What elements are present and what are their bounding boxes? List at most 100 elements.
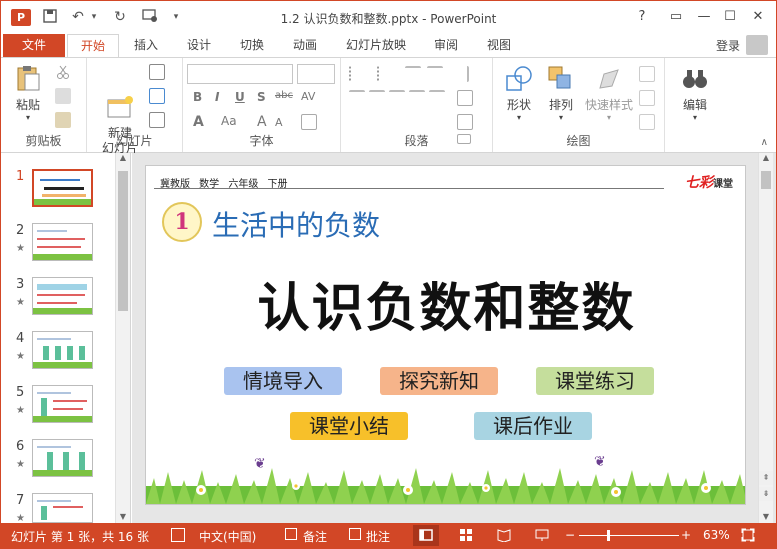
thumbnail-slide-1[interactable] — [32, 169, 93, 207]
thumbnail-row-2[interactable]: 2 ★ — [1, 223, 116, 275]
slide-sorter-view-icon[interactable] — [459, 528, 473, 542]
decrease-indent-icon[interactable] — [405, 66, 421, 82]
maximize-button[interactable]: ☐ — [719, 7, 741, 27]
current-slide[interactable]: 冀教版 数学 六年级 下册 七彩课堂 1 生活中的负数 认识负数和整数 情境导入… — [145, 165, 746, 505]
tab-insert[interactable]: 插入 — [123, 34, 169, 57]
underline-icon[interactable]: U — [235, 90, 245, 104]
thumbnail-scroll-thumb[interactable] — [118, 171, 128, 311]
previous-slide-icon[interactable]: ⇞ — [759, 471, 773, 485]
text-shadow-icon[interactable]: S — [257, 90, 266, 104]
shapes-button[interactable]: 形状 ▾ — [499, 64, 539, 122]
collapse-ribbon-icon[interactable]: ∧ — [761, 137, 768, 148]
scroll-up-icon[interactable]: ▲ — [116, 153, 130, 162]
copy-icon[interactable] — [55, 88, 71, 104]
slide-show-icon[interactable] — [535, 528, 549, 542]
thumbnail-slide-4[interactable] — [32, 331, 93, 369]
shape-effects-icon[interactable] — [639, 114, 655, 130]
notes-button[interactable]: 备注 — [303, 528, 327, 545]
align-left-icon[interactable] — [349, 90, 365, 106]
thumbnail-slide-3[interactable] — [32, 277, 93, 315]
next-slide-icon[interactable]: ⇟ — [759, 487, 773, 501]
layout-icon[interactable] — [149, 64, 165, 80]
paragraph-group-label: 段落 — [404, 134, 429, 148]
align-center-icon[interactable] — [369, 90, 385, 106]
zoom-level[interactable]: 63% — [703, 528, 730, 542]
tab-animations[interactable]: 动画 — [282, 34, 328, 57]
slide-scrollbar[interactable]: ▲ ⇞ ⇟ ▼ — [758, 153, 773, 523]
sign-in-link[interactable]: 登录 — [716, 37, 740, 54]
tab-home[interactable]: 开始 — [67, 34, 119, 57]
tab-view[interactable]: 视图 — [476, 34, 522, 57]
editing-button[interactable]: 编辑 ▾ — [677, 64, 713, 122]
zoom-out-button[interactable]: − — [565, 528, 575, 542]
cut-icon[interactable] — [55, 64, 71, 80]
paste-button[interactable]: 粘贴 ▾ — [11, 64, 45, 122]
thumbnail-row-6[interactable]: 6 ★ — [1, 439, 116, 491]
section-icon[interactable] — [149, 112, 165, 128]
tab-transitions[interactable]: 切换 — [229, 34, 275, 57]
spell-check-icon[interactable] — [171, 528, 185, 542]
slide-scroll-thumb[interactable] — [761, 171, 771, 189]
columns-icon[interactable] — [429, 90, 445, 106]
zoom-slider-thumb[interactable] — [607, 530, 610, 541]
pill-explore[interactable]: 探究新知 — [380, 367, 498, 395]
slide-scroll-up-icon[interactable]: ▲ — [759, 153, 773, 162]
thumbnail-slide-2[interactable] — [32, 223, 93, 261]
thumbnail-row-5[interactable]: 5 ★ — [1, 385, 116, 437]
pill-practice[interactable]: 课堂练习 — [536, 367, 654, 395]
pill-intro[interactable]: 情境导入 — [224, 367, 342, 395]
quick-styles-button[interactable]: 快速样式 ▾ — [583, 64, 635, 122]
line-spacing-icon[interactable] — [453, 66, 469, 82]
shape-outline-icon[interactable] — [639, 90, 655, 106]
text-direction-icon[interactable] — [457, 90, 473, 106]
minimize-button[interactable]: — — [693, 7, 715, 27]
change-case-icon[interactable]: Aa — [221, 114, 237, 128]
arrange-button[interactable]: 排列 ▾ — [541, 64, 581, 122]
fit-to-window-icon[interactable] — [741, 528, 755, 542]
increase-indent-icon[interactable] — [427, 66, 443, 82]
increase-font-size-icon[interactable]: A — [257, 114, 267, 130]
tab-review[interactable]: 审阅 — [423, 34, 469, 57]
tab-design[interactable]: 设计 — [176, 34, 222, 57]
comments-button[interactable]: 批注 — [366, 528, 390, 545]
thumbnail-slide-5[interactable] — [32, 385, 93, 423]
zoom-in-button[interactable]: + — [681, 528, 691, 542]
zoom-slider[interactable] — [579, 530, 679, 541]
decrease-font-size-icon[interactable]: A — [275, 116, 283, 129]
tab-slideshow[interactable]: 幻灯片放映 — [337, 34, 415, 57]
clear-formatting-icon[interactable] — [301, 114, 317, 130]
strikethrough-icon[interactable]: abc — [275, 90, 293, 101]
slide-scroll-down-icon[interactable]: ▼ — [759, 512, 773, 521]
align-right-icon[interactable] — [389, 90, 405, 106]
font-family-select[interactable] — [187, 64, 293, 84]
tab-file[interactable]: 文件 — [3, 34, 65, 57]
normal-view-button[interactable] — [413, 525, 439, 546]
format-painter-icon[interactable] — [55, 112, 71, 128]
ribbon-display-options-button[interactable]: ▭ — [665, 7, 687, 27]
help-button[interactable]: ? — [631, 7, 653, 27]
thumbnail-scrollbar[interactable]: ▲ ▼ — [115, 153, 130, 523]
pill-homework[interactable]: 课后作业 — [474, 412, 592, 440]
italic-icon[interactable]: I — [215, 90, 219, 104]
reset-slide-icon[interactable] — [149, 88, 165, 104]
numbering-icon[interactable] — [377, 66, 393, 82]
pill-summary[interactable]: 课堂小结 — [290, 412, 408, 440]
character-spacing-icon[interactable]: AV — [301, 90, 315, 103]
thumbnail-slide-6[interactable] — [32, 439, 93, 477]
justify-icon[interactable] — [409, 90, 425, 106]
language-indicator[interactable]: 中文(中国) — [199, 528, 256, 545]
thumbnail-row-3[interactable]: 3 ★ — [1, 277, 116, 329]
user-avatar-icon[interactable] — [746, 35, 768, 55]
align-text-icon[interactable] — [457, 114, 473, 130]
shape-fill-icon[interactable] — [639, 66, 655, 82]
bullets-icon[interactable] — [349, 66, 365, 82]
thumbnail-slide-7[interactable] — [32, 493, 93, 523]
thumbnail-row-1[interactable]: 1 — [1, 169, 116, 221]
scroll-down-icon[interactable]: ▼ — [116, 512, 130, 521]
close-button[interactable]: ✕ — [747, 7, 769, 27]
font-color-icon[interactable]: A — [193, 114, 204, 130]
font-size-select[interactable] — [297, 64, 335, 84]
bold-icon[interactable]: B — [193, 90, 202, 104]
thumbnail-row-4[interactable]: 4 ★ — [1, 331, 116, 383]
reading-view-icon[interactable] — [497, 528, 511, 543]
